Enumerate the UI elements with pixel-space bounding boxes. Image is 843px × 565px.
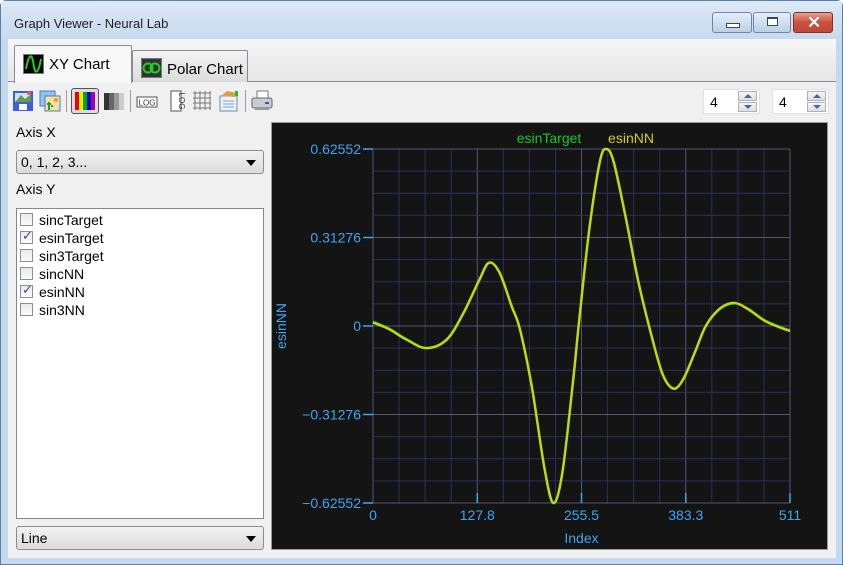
log-x-icon: LOG bbox=[136, 96, 158, 108]
sine-wave-icon bbox=[23, 54, 44, 74]
svg-text:LOG: LOG bbox=[139, 99, 156, 108]
print-icon bbox=[251, 90, 273, 110]
toolbar-separator bbox=[245, 90, 246, 112]
app-window: Graph Viewer - Neural Lab ✕ XY Chart Pol… bbox=[0, 0, 843, 565]
window-title: Graph Viewer - Neural Lab bbox=[14, 16, 169, 31]
plot-type-value: Line bbox=[21, 530, 48, 546]
chart-panel: 0.62552 0.31276 0 −0.31276 −0.62552 0 127.8 255… bbox=[271, 122, 828, 550]
series-label: sin3Target bbox=[39, 248, 104, 264]
tab-strip: XY Chart Polar Chart bbox=[8, 39, 836, 83]
x-axis-label: Index bbox=[564, 530, 598, 546]
copy-image-icon bbox=[39, 90, 61, 112]
spinner-up-button[interactable] bbox=[738, 91, 757, 101]
series-label: esinNN bbox=[39, 284, 85, 300]
legend-entry-esinTarget: esinTarget bbox=[517, 130, 582, 146]
grid-x-spinner[interactable]: 4 bbox=[703, 89, 760, 114]
series-checkbox[interactable] bbox=[20, 249, 33, 262]
series-checkbox[interactable] bbox=[20, 213, 33, 226]
polar-chart-icon bbox=[141, 58, 162, 78]
series-checkbox[interactable] bbox=[20, 229, 33, 244]
chart-axes: 0.62552 0.31276 0 −0.31276 −0.62552 0 127.8 255… bbox=[302, 141, 801, 523]
color-palette-button[interactable] bbox=[71, 88, 99, 114]
grid-button[interactable] bbox=[191, 90, 213, 112]
color-palette-icon bbox=[75, 92, 95, 110]
y-tick-label: 0 bbox=[353, 318, 361, 334]
properties-icon bbox=[219, 91, 238, 112]
grayscale-palette-icon bbox=[104, 93, 124, 110]
close-icon: ✕ bbox=[807, 13, 822, 32]
maximize-button[interactable] bbox=[753, 12, 791, 33]
tab-xy-chart[interactable]: XY Chart bbox=[14, 45, 132, 83]
log-y-icon: LOG bbox=[170, 90, 186, 112]
x-tick-label: 127.8 bbox=[460, 507, 495, 523]
series-label: esinTarget bbox=[39, 230, 104, 246]
chevron-down-icon bbox=[246, 160, 256, 166]
log-x-button[interactable]: LOG bbox=[136, 90, 158, 112]
spinner-value: 4 bbox=[779, 94, 787, 110]
axis-x-dropdown[interactable]: 0, 1, 2, 3... bbox=[16, 150, 264, 174]
y-tick-label: −0.62552 bbox=[302, 495, 361, 511]
chevron-down-icon bbox=[246, 536, 256, 542]
y-tick-label: −0.31276 bbox=[302, 407, 361, 423]
properties-button[interactable] bbox=[218, 90, 240, 112]
axis-x-value: 0, 1, 2, 3... bbox=[21, 154, 88, 170]
minimize-button[interactable] bbox=[712, 12, 752, 33]
spinner-down-button[interactable] bbox=[807, 102, 826, 112]
series-checkbox[interactable] bbox=[20, 283, 33, 298]
toolbar-separator bbox=[130, 90, 131, 112]
title-bar: Graph Viewer - Neural Lab ✕ bbox=[1, 1, 842, 39]
series-checkbox[interactable] bbox=[20, 267, 33, 280]
tab-label: XY Chart bbox=[49, 56, 110, 73]
axis-x-label: Axis X bbox=[16, 124, 56, 140]
toolbar-separator bbox=[66, 90, 67, 112]
tab-label: Polar Chart bbox=[167, 61, 243, 78]
spinner-value: 4 bbox=[710, 94, 718, 110]
xy-chart: 0.62552 0.31276 0 −0.31276 −0.62552 0 127.8 255… bbox=[273, 130, 801, 546]
series-label: sincNN bbox=[39, 266, 85, 282]
close-button[interactable]: ✕ bbox=[793, 12, 833, 33]
save-image-button[interactable] bbox=[12, 90, 34, 112]
series-label: sincTarget bbox=[39, 212, 103, 228]
maximize-icon bbox=[767, 17, 778, 26]
minimize-icon bbox=[726, 23, 740, 28]
client-area: XY Chart Polar Chart LOG LOG 4 4 Axis X … bbox=[8, 39, 836, 558]
y-axis-label: esinNN bbox=[273, 303, 289, 349]
save-image-icon bbox=[13, 91, 33, 111]
x-tick-label: 511 bbox=[779, 507, 802, 523]
grid-icon bbox=[193, 91, 211, 110]
tab-polar-chart[interactable]: Polar Chart bbox=[132, 50, 248, 82]
spinner-down-button[interactable] bbox=[738, 102, 757, 112]
svg-text:LOG: LOG bbox=[177, 93, 186, 110]
y-tick-label: 0.62552 bbox=[310, 141, 361, 157]
plot-type-dropdown[interactable]: Line bbox=[16, 526, 264, 550]
print-button[interactable] bbox=[251, 90, 273, 112]
series-checkbox[interactable] bbox=[20, 303, 33, 316]
y-tick-label: 0.31276 bbox=[310, 230, 361, 246]
chart-grid bbox=[372, 148, 791, 504]
x-tick-label: 255.5 bbox=[564, 507, 599, 523]
series-list[interactable]: sincTarget esinTarget sin3Target sincNN … bbox=[16, 208, 264, 519]
copy-image-button[interactable] bbox=[39, 90, 61, 112]
log-y-button[interactable]: LOG bbox=[165, 90, 187, 112]
spinner-up-button[interactable] bbox=[807, 91, 826, 101]
chart-legend: esinTarget esinNN bbox=[517, 130, 654, 146]
x-tick-label: 0 bbox=[369, 507, 377, 523]
series-label: sin3NN bbox=[39, 302, 85, 318]
axis-y-label: Axis Y bbox=[16, 181, 56, 197]
grayscale-palette-button[interactable] bbox=[103, 90, 125, 112]
x-tick-label: 383.3 bbox=[668, 507, 703, 523]
grid-y-spinner[interactable]: 4 bbox=[772, 89, 829, 114]
legend-entry-esinNN: esinNN bbox=[608, 130, 654, 146]
